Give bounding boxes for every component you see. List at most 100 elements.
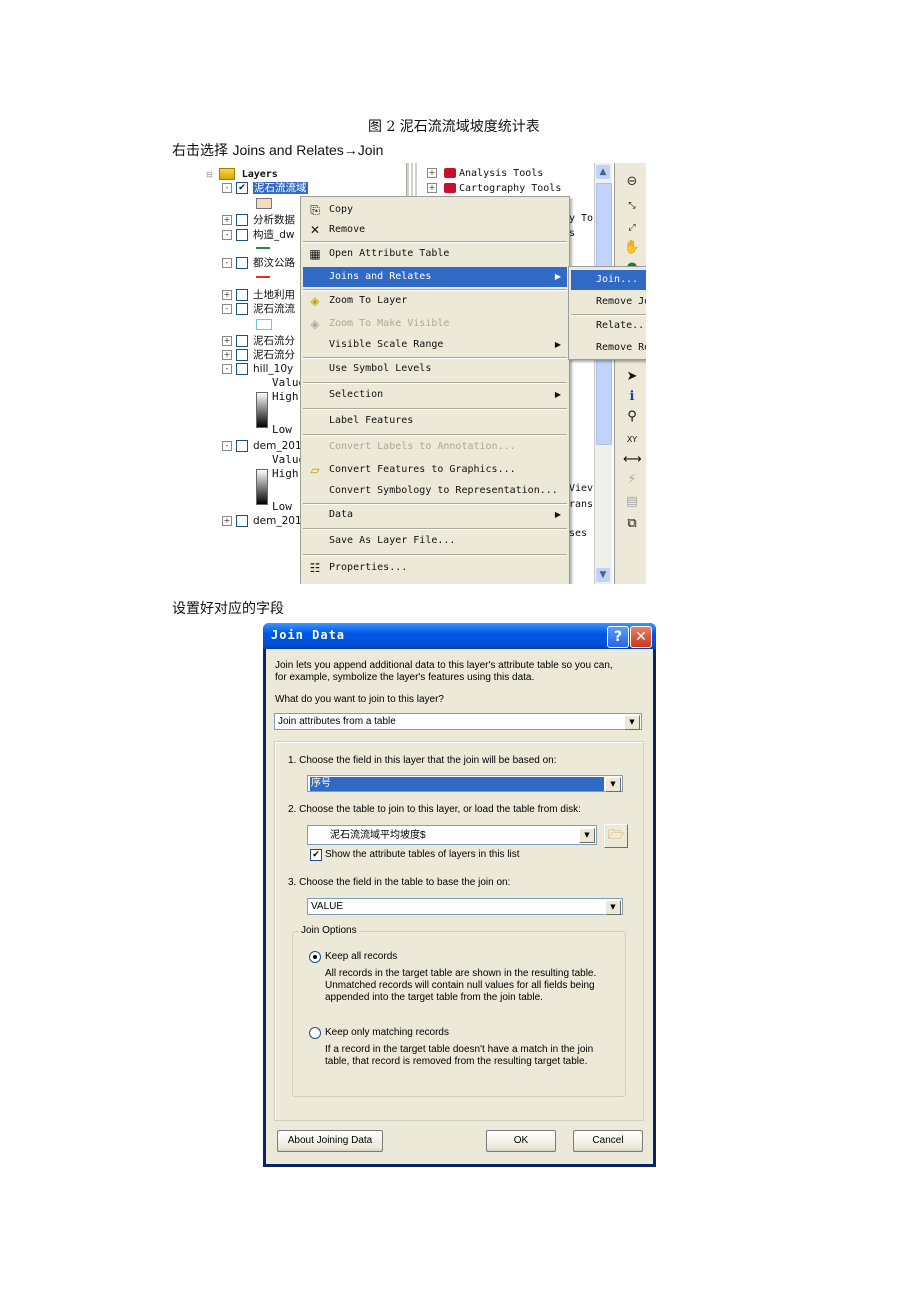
- layer-row[interactable]: + 泥石流分: [222, 348, 295, 362]
- menu-item-selection[interactable]: Selection ▶: [303, 385, 567, 405]
- about-joining-button[interactable]: About Joining Data: [277, 1130, 383, 1152]
- menu-item-convert-features[interactable]: ▱ Convert Features to Graphics...: [303, 460, 567, 480]
- layer-name[interactable]: 泥石流分: [253, 335, 295, 347]
- join-table-select[interactable]: 泥石流流域平均坡度$ ▼: [307, 825, 597, 845]
- collapse-icon[interactable]: -: [222, 441, 232, 451]
- menu-item-save-as-layer[interactable]: Save As Layer File...: [303, 531, 567, 551]
- fixed-zoom-in-icon[interactable]: ⤡: [623, 197, 641, 215]
- dialog-titlebar[interactable]: Join Data ? ✕: [263, 623, 656, 649]
- zoom-out-icon[interactable]: ⊖: [623, 173, 641, 191]
- toolbox-icon: [444, 183, 456, 193]
- layer-checkbox[interactable]: [236, 214, 248, 226]
- layer-checkbox[interactable]: [236, 349, 248, 361]
- dropdown-arrow-icon[interactable]: ▼: [605, 900, 621, 915]
- menu-item-open-attribute-table[interactable]: ▦ Open Attribute Table: [303, 244, 567, 264]
- pan-icon[interactable]: ✋: [623, 239, 641, 257]
- layer-row[interactable]: + 分析数据: [222, 213, 295, 227]
- expand-icon[interactable]: +: [222, 336, 232, 346]
- layer-checkbox[interactable]: [236, 289, 248, 301]
- browse-table-button[interactable]: 🗁: [604, 824, 628, 848]
- dropdown-arrow-icon[interactable]: ▼: [624, 715, 640, 730]
- layer-row[interactable]: - ✔ 泥石流流域: [222, 181, 308, 195]
- layer-checkbox[interactable]: [236, 440, 248, 452]
- keep-matching-radio[interactable]: [309, 1027, 321, 1039]
- menu-item-joins-and-relates[interactable]: Joins and Relates ▶: [303, 267, 567, 287]
- layer-checkbox[interactable]: [236, 257, 248, 269]
- menu-item-remove-relates[interactable]: Remove Relate(s)▶: [571, 338, 646, 358]
- collapse-icon[interactable]: -: [222, 258, 232, 268]
- join-type-select[interactable]: Join attributes from a table ▼: [274, 713, 642, 730]
- menu-item-label-features[interactable]: Label Features: [303, 411, 567, 431]
- expand-icon[interactable]: +: [222, 290, 232, 300]
- expand-icon[interactable]: +: [222, 215, 232, 225]
- cancel-button[interactable]: Cancel: [573, 1130, 643, 1152]
- collapse-icon[interactable]: -: [222, 304, 232, 314]
- layer-name[interactable]: 分析数据: [253, 214, 295, 226]
- collapse-icon[interactable]: -: [222, 230, 232, 240]
- scroll-down-icon[interactable]: ▼: [596, 568, 610, 582]
- close-button[interactable]: ✕: [630, 626, 652, 648]
- toc-root[interactable]: ⊟ Layers: [206, 167, 278, 181]
- menu-item-join[interactable]: Join...: [571, 270, 646, 290]
- layer-checkbox[interactable]: [236, 515, 248, 527]
- menu-item-remove-joins[interactable]: Remove Join(s)▶: [571, 292, 646, 312]
- toolbox-scrollbar[interactable]: ▲ ▼: [594, 163, 612, 584]
- layer-checkbox[interactable]: [236, 303, 248, 315]
- select-pointer-icon[interactable]: ➤: [623, 368, 641, 386]
- layer-name[interactable]: hill_10y: [253, 363, 293, 375]
- go-to-xy-icon[interactable]: XY: [623, 431, 641, 449]
- toc-root-label: Layers: [241, 169, 278, 180]
- menu-item-properties[interactable]: ☷ Properties...: [303, 558, 567, 578]
- layer-name[interactable]: 泥石流分: [253, 349, 295, 361]
- toolbox-item[interactable]: + Cartography Tools: [427, 182, 561, 196]
- layer-row[interactable]: + 泥石流分: [222, 334, 295, 348]
- layer-row[interactable]: - 泥石流流: [222, 302, 295, 316]
- menu-item-convert-symbology[interactable]: Convert Symbology to Representation...: [303, 481, 567, 501]
- layer-row[interactable]: - hill_10y: [222, 362, 293, 376]
- measure-icon[interactable]: ⟷: [623, 451, 642, 469]
- menu-item-zoom-to-layer[interactable]: ◈ Zoom To Layer: [303, 291, 567, 311]
- menu-item-use-symbol-levels[interactable]: Use Symbol Levels: [303, 359, 567, 379]
- menu-item-relate[interactable]: Relate...: [571, 316, 646, 336]
- identify-icon[interactable]: ℹ: [623, 388, 641, 406]
- expand-icon[interactable]: +: [427, 168, 437, 178]
- keep-all-radio[interactable]: [309, 951, 321, 963]
- dropdown-arrow-icon[interactable]: ▼: [579, 828, 595, 843]
- layer-checkbox[interactable]: ✔: [236, 182, 248, 194]
- table-field-select[interactable]: VALUE ▼: [307, 898, 623, 915]
- ok-button[interactable]: OK: [486, 1130, 556, 1152]
- layer-checkbox[interactable]: [236, 335, 248, 347]
- fixed-zoom-out-icon[interactable]: ⤢: [623, 219, 641, 237]
- dropdown-arrow-icon[interactable]: ▼: [605, 777, 621, 792]
- toolbox-item[interactable]: + Analysis Tools: [427, 167, 543, 181]
- layer-name[interactable]: 土地利用: [253, 289, 295, 301]
- layer-row[interactable]: + dem_2010: [222, 514, 308, 528]
- layer-name[interactable]: 构造_dw: [253, 229, 295, 241]
- layer-name[interactable]: 泥石流流域: [253, 182, 308, 194]
- menu-item-remove[interactable]: ✕ Remove: [303, 220, 567, 240]
- find-binoculars-icon[interactable]: ⚲: [623, 408, 641, 426]
- scroll-up-icon[interactable]: ▲: [596, 165, 610, 179]
- layer-row[interactable]: + 土地利用: [222, 288, 295, 302]
- html-popup-icon[interactable]: ▤: [623, 493, 641, 511]
- menu-item-copy[interactable]: ⎘ Copy: [303, 200, 567, 220]
- layer-row[interactable]: - 构造_dw: [222, 228, 295, 242]
- viewer-icon[interactable]: ⧉: [623, 515, 641, 533]
- collapse-icon[interactable]: -: [222, 364, 232, 374]
- layer-name[interactable]: 泥石流流: [253, 303, 295, 315]
- collapse-icon[interactable]: -: [222, 183, 232, 193]
- layer-row[interactable]: - 都汶公路: [222, 256, 295, 270]
- expand-icon[interactable]: +: [222, 350, 232, 360]
- menu-item-visible-scale-range[interactable]: Visible Scale Range ▶: [303, 335, 567, 355]
- layer-name[interactable]: 都汶公路: [253, 257, 295, 269]
- layer-checkbox[interactable]: [236, 229, 248, 241]
- expand-icon[interactable]: +: [427, 183, 437, 193]
- hyperlink-icon[interactable]: ⚡: [623, 471, 641, 489]
- expand-icon[interactable]: +: [222, 516, 232, 526]
- layer-checkbox[interactable]: [236, 363, 248, 375]
- layer-row[interactable]: - dem_2010: [222, 439, 308, 453]
- layer-field-select[interactable]: 序号 ▼: [307, 775, 623, 792]
- help-button[interactable]: ?: [607, 626, 629, 648]
- menu-item-data[interactable]: Data ▶: [303, 505, 567, 525]
- show-tables-checkbox[interactable]: ✔: [310, 849, 322, 861]
